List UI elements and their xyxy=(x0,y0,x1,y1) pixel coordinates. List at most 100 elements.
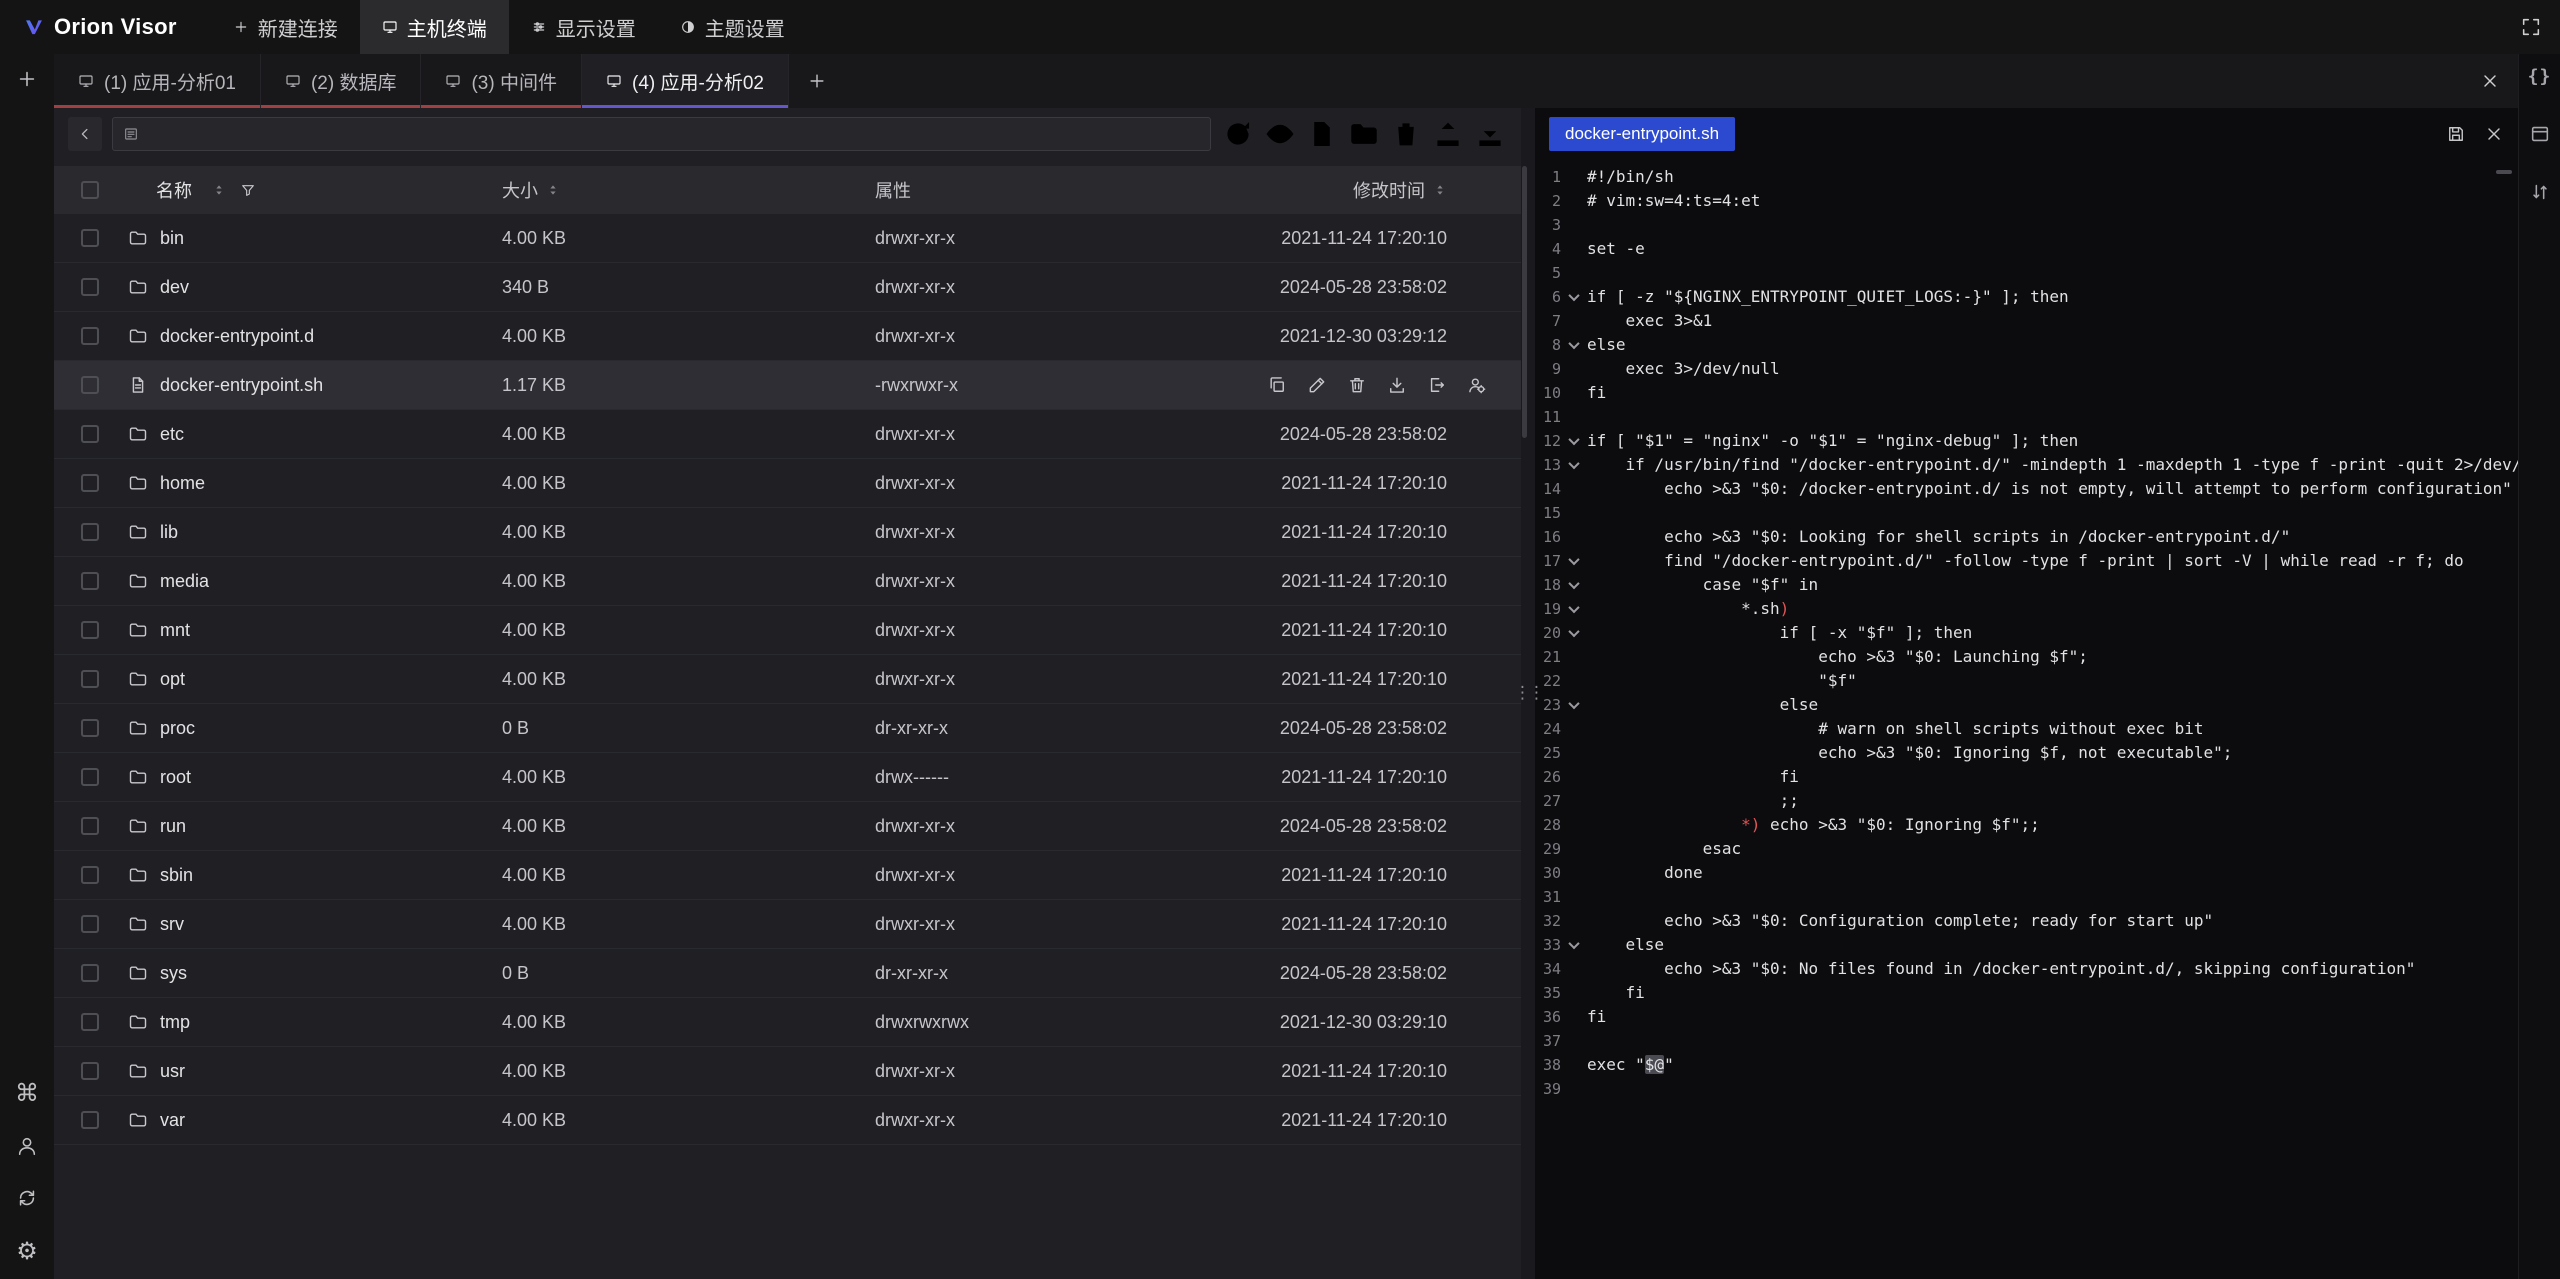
sort-size-button[interactable] xyxy=(546,181,560,199)
menu-new-connection[interactable]: 新建连接 xyxy=(211,0,360,54)
new-session-button[interactable] xyxy=(16,68,38,90)
delete-icon[interactable] xyxy=(1347,375,1367,395)
row-checkbox[interactable] xyxy=(81,964,99,982)
fold-chevron-icon[interactable] xyxy=(1561,597,1587,621)
move-icon[interactable] xyxy=(1427,375,1447,395)
fold-chevron-icon[interactable] xyxy=(1561,693,1587,717)
fold-chevron-icon[interactable] xyxy=(1561,549,1587,573)
new-tab-button[interactable] xyxy=(789,54,845,108)
terminal-tab-2[interactable]: (2) 数据库 xyxy=(261,54,422,108)
preview-button[interactable] xyxy=(1263,117,1297,151)
sort-mtime-button[interactable] xyxy=(1433,181,1447,199)
fold-chevron-icon[interactable] xyxy=(1561,333,1587,357)
download-icon[interactable] xyxy=(1387,375,1407,395)
path-input[interactable] xyxy=(147,125,1200,143)
table-row[interactable]: sbin 4.00 KB drwxr-xr-x 2021-11-24 17:20… xyxy=(54,851,1521,900)
row-checkbox[interactable] xyxy=(81,376,99,394)
edit-icon[interactable] xyxy=(1307,375,1327,395)
table-row[interactable]: bin 4.00 KB drwxr-xr-x 2021-11-24 17:20:… xyxy=(54,214,1521,263)
fold-chevron-icon[interactable] xyxy=(1561,573,1587,597)
table-row[interactable]: lib 4.00 KB drwxr-xr-x 2021-11-24 17:20:… xyxy=(54,508,1521,557)
row-checkbox[interactable] xyxy=(81,866,99,884)
close-file-button[interactable] xyxy=(2484,124,2504,144)
menu-host-terminal[interactable]: 主机终端 xyxy=(360,0,509,54)
permission-icon[interactable] xyxy=(1467,375,1487,395)
filter-icon[interactable] xyxy=(240,182,256,198)
table-row[interactable]: docker-entrypoint.sh 1.17 KB -rwxrwxr-x xyxy=(54,361,1521,410)
user-icon[interactable] xyxy=(16,1135,38,1157)
file-name[interactable]: usr xyxy=(160,1061,185,1082)
row-checkbox[interactable] xyxy=(81,621,99,639)
row-checkbox[interactable] xyxy=(81,670,99,688)
row-checkbox[interactable] xyxy=(81,719,99,737)
row-checkbox[interactable] xyxy=(81,768,99,786)
row-checkbox[interactable] xyxy=(81,523,99,541)
table-row[interactable]: media 4.00 KB drwxr-xr-x 2021-11-24 17:2… xyxy=(54,557,1521,606)
row-checkbox[interactable] xyxy=(81,817,99,835)
file-name[interactable]: docker-entrypoint.d xyxy=(160,326,314,347)
row-checkbox[interactable] xyxy=(81,1062,99,1080)
row-checkbox[interactable] xyxy=(81,572,99,590)
file-name[interactable]: proc xyxy=(160,718,195,739)
table-row[interactable]: opt 4.00 KB drwxr-xr-x 2021-11-24 17:20:… xyxy=(54,655,1521,704)
file-name[interactable]: sys xyxy=(160,963,187,984)
sync-icon[interactable] xyxy=(16,1187,38,1209)
upload-button[interactable] xyxy=(1431,117,1465,151)
file-name[interactable]: etc xyxy=(160,424,184,445)
open-file-tab[interactable]: docker-entrypoint.sh xyxy=(1549,117,1735,151)
close-panel-button[interactable] xyxy=(2462,54,2518,108)
file-name[interactable]: docker-entrypoint.sh xyxy=(160,375,323,396)
file-name[interactable]: bin xyxy=(160,228,184,249)
file-name[interactable]: tmp xyxy=(160,1012,190,1033)
editor-scrollbar-thumb[interactable] xyxy=(2496,170,2512,174)
row-checkbox[interactable] xyxy=(81,1111,99,1129)
file-name[interactable]: opt xyxy=(160,669,185,690)
row-checkbox[interactable] xyxy=(81,327,99,345)
download-button[interactable] xyxy=(1473,117,1507,151)
table-row[interactable]: dev 340 B drwxr-xr-x 2024-05-28 23:58:02 xyxy=(54,263,1521,312)
table-row[interactable]: sys 0 B dr-xr-xr-x 2024-05-28 23:58:02 xyxy=(54,949,1521,998)
fold-chevron-icon[interactable] xyxy=(1561,621,1587,645)
row-checkbox[interactable] xyxy=(81,229,99,247)
new-file-button[interactable] xyxy=(1305,117,1339,151)
back-button[interactable] xyxy=(68,117,102,151)
row-checkbox[interactable] xyxy=(81,474,99,492)
table-row[interactable]: proc 0 B dr-xr-xr-x 2024-05-28 23:58:02 xyxy=(54,704,1521,753)
file-name[interactable]: mnt xyxy=(160,620,190,641)
row-checkbox[interactable] xyxy=(81,425,99,443)
file-name[interactable]: media xyxy=(160,571,209,592)
fold-chevron-icon[interactable] xyxy=(1561,429,1587,453)
copy-icon[interactable] xyxy=(1267,375,1287,395)
table-row[interactable]: var 4.00 KB drwxr-xr-x 2021-11-24 17:20:… xyxy=(54,1096,1521,1145)
code-editor[interactable]: 1#!/bin/sh2# vim:sw=4:ts=4:et34set -e56i… xyxy=(1535,160,2518,1279)
fold-chevron-icon[interactable] xyxy=(1561,285,1587,309)
save-file-button[interactable] xyxy=(2446,124,2466,144)
table-row[interactable]: srv 4.00 KB drwxr-xr-x 2021-11-24 17:20:… xyxy=(54,900,1521,949)
fold-chevron-icon[interactable] xyxy=(1561,933,1587,957)
table-row[interactable]: etc 4.00 KB drwxr-xr-x 2024-05-28 23:58:… xyxy=(54,410,1521,459)
row-checkbox[interactable] xyxy=(81,1013,99,1031)
sort-name-button[interactable] xyxy=(212,181,226,199)
table-row[interactable]: usr 4.00 KB drwxr-xr-x 2021-11-24 17:20:… xyxy=(54,1047,1521,1096)
swap-button[interactable] xyxy=(2529,181,2551,203)
file-name[interactable]: run xyxy=(160,816,186,837)
table-row[interactable]: tmp 4.00 KB drwxrwxrwx 2021-12-30 03:29:… xyxy=(54,998,1521,1047)
table-row[interactable]: run 4.00 KB drwxr-xr-x 2024-05-28 23:58:… xyxy=(54,802,1521,851)
row-checkbox[interactable] xyxy=(81,915,99,933)
file-name[interactable]: lib xyxy=(160,522,178,543)
select-all-checkbox[interactable] xyxy=(81,181,99,199)
file-name[interactable]: root xyxy=(160,767,191,788)
file-name[interactable]: home xyxy=(160,473,205,494)
table-row[interactable]: root 4.00 KB drwx------ 2021-11-24 17:20… xyxy=(54,753,1521,802)
file-name[interactable]: sbin xyxy=(160,865,193,886)
file-name[interactable]: srv xyxy=(160,914,184,935)
fold-chevron-icon[interactable] xyxy=(1561,453,1587,477)
terminal-tab-4[interactable]: (4) 应用-分析02 xyxy=(582,54,789,108)
fullscreen-button[interactable] xyxy=(2520,16,2542,38)
table-row[interactable]: mnt 4.00 KB drwxr-xr-x 2021-11-24 17:20:… xyxy=(54,606,1521,655)
file-name[interactable]: var xyxy=(160,1110,185,1131)
file-list-scrollbar[interactable] xyxy=(1522,166,1527,438)
terminal-tab-1[interactable]: (1) 应用-分析01 xyxy=(54,54,261,108)
new-folder-button[interactable] xyxy=(1347,117,1381,151)
file-name[interactable]: dev xyxy=(160,277,189,298)
